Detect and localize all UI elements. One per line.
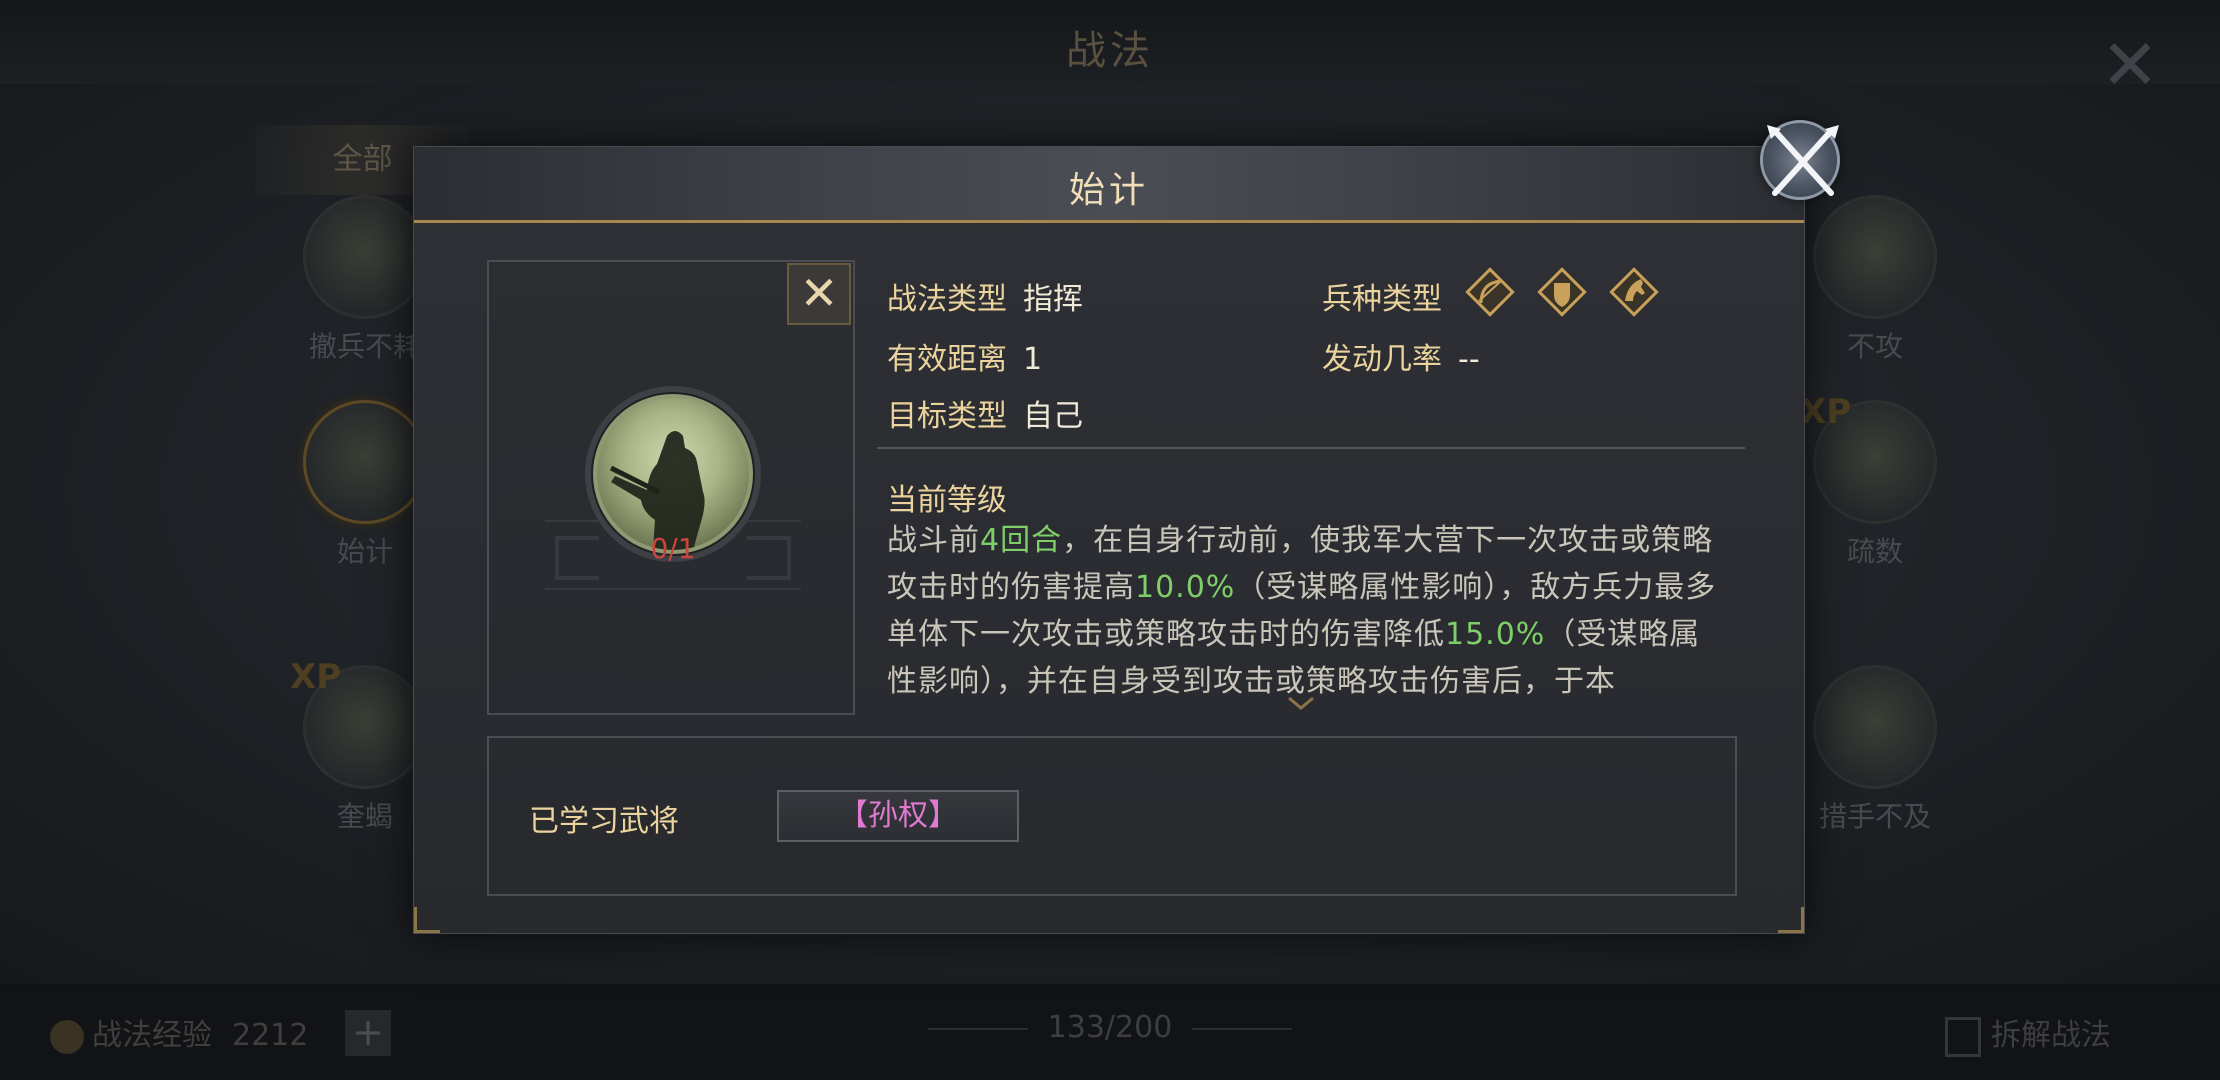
- xp-badge: XP: [1800, 392, 1852, 432]
- crossed-swords-icon: [1767, 125, 1839, 196]
- skill-card-icon: [303, 400, 427, 524]
- close-icon[interactable]: ✕: [787, 263, 851, 325]
- troop-type-label: 兵种类型: [1322, 282, 1442, 317]
- skill-description: 战斗前4回合，在自身行动前，使我军大营下一次攻击或策略攻击时的伤害提高10.0%…: [887, 517, 1727, 707]
- close-dialog-button[interactable]: [1760, 120, 1840, 200]
- cavalry-icon: [1609, 267, 1659, 317]
- dialog-header: 始计: [414, 147, 1804, 223]
- skill-type-label: 战法类型: [887, 282, 1007, 317]
- scroll-down-icon[interactable]: [1286, 695, 1316, 713]
- trigger-rate-value: --: [1458, 342, 1480, 377]
- description-highlight: 15.0%: [1445, 617, 1546, 652]
- skill-card-label: 疏数: [1846, 535, 1903, 568]
- learned-generals-panel: 已学习武将 【孙权】: [487, 736, 1737, 896]
- dialog-title: 始计: [1068, 170, 1149, 211]
- skill-card[interactable]: XP 疏数: [1800, 392, 1950, 570]
- page-counter: 133/200: [0, 1010, 2220, 1045]
- dismantle-label: 拆解战法: [1991, 1018, 2111, 1053]
- dismantle-button[interactable]: 拆解战法: [1945, 1010, 2111, 1057]
- skill-card-label: 措手不及: [1818, 800, 1931, 833]
- description-text: 战斗前: [887, 523, 980, 558]
- skill-type-row: 战法类型 指挥: [887, 274, 1083, 318]
- archer-icon: [1465, 267, 1515, 317]
- general-tag[interactable]: 【孙权】: [777, 790, 1019, 842]
- learned-generals-label: 已学习武将: [529, 804, 679, 839]
- screen-title: 战法: [1066, 28, 1154, 74]
- skill-card-icon: [1813, 665, 1937, 789]
- corner-ornament: [414, 907, 440, 933]
- range-row: 有效距离 1: [887, 334, 1042, 378]
- corner-ornament: [1778, 907, 1804, 933]
- target-label: 目标类型: [887, 399, 1007, 434]
- page-counter-text: 133/200: [1047, 1010, 1173, 1045]
- warrior-icon: [609, 431, 705, 550]
- shield-infantry-icon: [1537, 267, 1587, 317]
- skill-card-label: 不攻: [1846, 330, 1903, 363]
- divider: [877, 447, 1745, 449]
- skill-card-icon: [303, 195, 427, 319]
- skill-detail-dialog: 始计 0/1 ✕ 战法类型 指挥 有效距离 1 目标类型 自己 兵种类型 发动几率 --: [413, 146, 1805, 934]
- range-value: 1: [1023, 342, 1043, 377]
- trigger-rate-label: 发动几率: [1322, 342, 1442, 377]
- xp-badge: XP: [290, 657, 342, 697]
- skill-card-icon: [1813, 195, 1937, 319]
- dismantle-icon: [1945, 1016, 1981, 1057]
- troop-type-row: 兵种类型: [1322, 274, 1442, 318]
- skill-image-panel: 0/1 ✕: [487, 260, 855, 715]
- skill-type-value: 指挥: [1023, 282, 1083, 317]
- skill-card[interactable]: 措手不及: [1800, 665, 1950, 835]
- description-highlight: 4回合: [980, 523, 1063, 558]
- range-label: 有效距离: [887, 342, 1007, 377]
- target-value: 自己: [1023, 399, 1083, 434]
- skill-card[interactable]: 不攻: [1800, 195, 1950, 365]
- target-row: 目标类型 自己: [887, 391, 1083, 435]
- current-level-label: 当前等级: [887, 483, 1007, 518]
- skill-level: 0/1: [650, 532, 696, 565]
- trigger-rate-row: 发动几率 --: [1322, 334, 1480, 378]
- skill-portrait: [593, 394, 753, 554]
- description-highlight: 10.0%: [1135, 570, 1236, 605]
